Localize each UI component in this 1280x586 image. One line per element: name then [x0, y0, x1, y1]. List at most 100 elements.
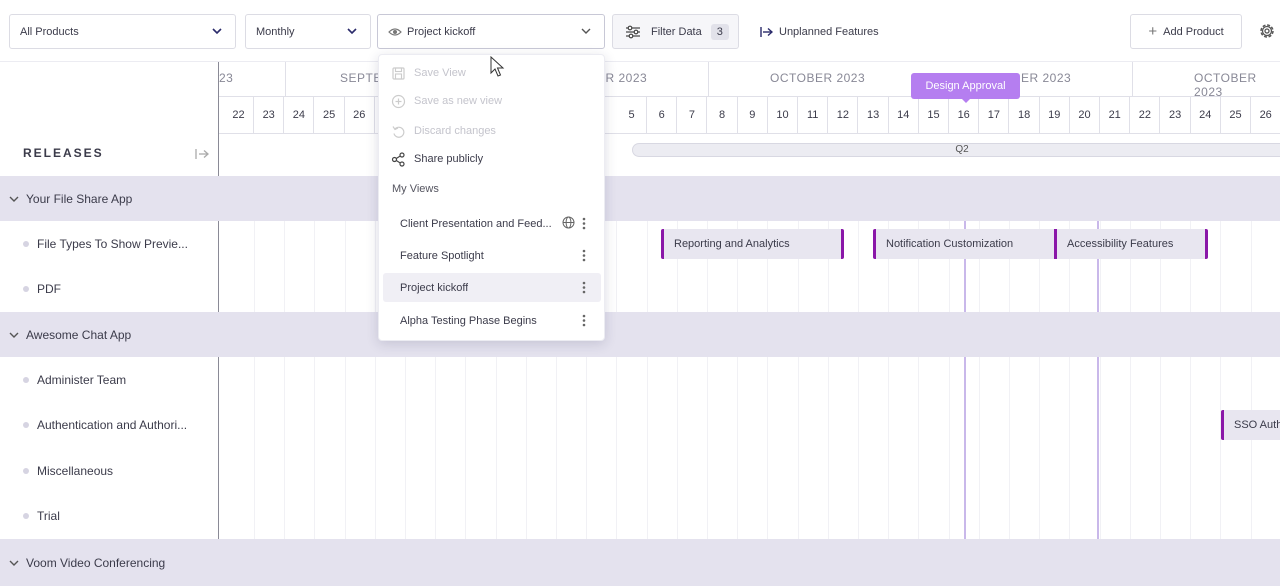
list-item[interactable]: PDF [0, 266, 218, 311]
item-name: Administer Team [37, 372, 127, 387]
add-product-button[interactable]: + Add Product [1130, 14, 1242, 49]
item-name: Authentication and Authori... [37, 417, 188, 432]
view-item-name: Feature Spotlight [400, 249, 484, 262]
grid-line [1250, 176, 1252, 586]
view-item[interactable]: Alpha Testing Phase Begins [383, 306, 601, 335]
group-name: Voom Video Conferencing [26, 555, 166, 570]
unplanned-features-button[interactable]: Unplanned Features [760, 14, 879, 49]
list-item[interactable]: Administer Team [0, 357, 218, 402]
day-cell: 24 [1191, 97, 1221, 133]
chevron-down-icon [8, 329, 20, 341]
group-name: Awesome Chat App [26, 327, 132, 342]
day-cell: 10 [768, 97, 798, 133]
feature-bar[interactable]: Accessibility Features [1054, 229, 1208, 259]
list-item[interactable]: Miscellaneous [0, 448, 218, 493]
day-cell: 20 [1070, 97, 1100, 133]
more-vertical-icon[interactable] [582, 217, 586, 230]
month-label: OCTOBER 2023 [1194, 71, 1257, 99]
day-cell: 12 [828, 97, 859, 133]
milestone-line [964, 357, 966, 539]
eye-icon [388, 25, 402, 39]
product-select[interactable]: All Products [9, 14, 236, 49]
day-cell: 22 [224, 97, 254, 133]
view-select-value: Project kickoff [407, 25, 476, 38]
grid-line [284, 176, 286, 586]
day-cell: 8 [708, 97, 738, 133]
view-select[interactable]: Project kickoff [377, 14, 605, 49]
grid-line [374, 176, 376, 586]
gear-icon[interactable] [1258, 22, 1276, 40]
day-cell: 9 [738, 97, 768, 133]
grid-line [616, 176, 618, 586]
arrow-right-bar-icon [760, 26, 773, 37]
day-cell: 17 [979, 97, 1010, 133]
filter-data-label: Filter Data [651, 25, 702, 38]
filter-count-badge: 3 [710, 23, 729, 40]
feature-bar[interactable]: Notification Customization [873, 229, 1057, 259]
grid-line [254, 176, 255, 586]
collapse-panel-icon[interactable] [194, 146, 210, 162]
grid-line [344, 176, 346, 586]
filter-data-button[interactable]: Filter Data 3 [612, 14, 739, 49]
month-label: SEPTE [340, 71, 382, 85]
day-cell: 26 [1251, 97, 1280, 133]
my-views-heading: My Views [392, 183, 439, 195]
day-cell: 5 [617, 97, 647, 133]
day-cell: 15 [919, 97, 949, 133]
feature-bar-label: SSO Auth [1234, 419, 1280, 431]
grid-line [1220, 176, 1222, 586]
day-cell: 23 [1161, 97, 1191, 133]
feature-bar-label: Accessibility Features [1067, 238, 1174, 250]
day-cell: 7 [677, 97, 708, 133]
day-cell: 18 [1010, 97, 1040, 133]
group-row[interactable]: Your File Share App [0, 176, 1280, 221]
day-cell: 25 [1221, 97, 1251, 133]
list-item[interactable]: File Types To Show Previe... [0, 221, 218, 266]
unplanned-features-label: Unplanned Features [779, 25, 879, 38]
globe-icon [562, 216, 575, 229]
feature-bar[interactable]: SSO Auth [1221, 410, 1280, 440]
more-vertical-icon[interactable] [582, 281, 586, 294]
chevron-down-icon [346, 25, 358, 37]
day-cell: 26 [345, 97, 375, 133]
chevron-down-icon [8, 193, 20, 205]
month-label: OCTOBER 2023 [770, 71, 866, 85]
list-item[interactable]: Authentication and Authori... [0, 402, 218, 447]
save-as-new-view-item[interactable]: Save as new view [379, 87, 606, 115]
view-item-active[interactable]: Project kickoff [383, 273, 601, 302]
grid-line [646, 176, 648, 586]
more-vertical-icon[interactable] [582, 249, 586, 262]
view-item[interactable]: Feature Spotlight [383, 241, 601, 270]
chevron-down-icon [580, 25, 592, 37]
group-row[interactable]: Voom Video Conferencing [0, 539, 1280, 586]
month-label: ER 2023 [1021, 71, 1072, 85]
plus-circle-icon [391, 94, 406, 109]
share-publicly-item[interactable]: Share publicly [379, 145, 606, 173]
product-select-value: All Products [20, 25, 79, 38]
day-cell: 23 [254, 97, 285, 133]
item-name: Trial [37, 508, 60, 523]
day-cell: 24 [284, 97, 315, 133]
feature-bar-label: Reporting and Analytics [674, 238, 790, 250]
plus-icon: + [1148, 23, 1158, 40]
grid-line [858, 176, 859, 586]
discard-changes-item[interactable]: Discard changes [379, 117, 606, 145]
toolbar: All Products Monthly Project kickoff Fil… [0, 0, 1280, 62]
view-item-name: Client Presentation and Feed... [400, 217, 552, 230]
quarter-bar: Q2 [632, 143, 1280, 157]
save-view-label: Save View [414, 67, 466, 79]
feature-bar-label: Notification Customization [886, 238, 1014, 250]
list-item[interactable]: Trial [0, 493, 218, 538]
day-cell: 14 [889, 97, 919, 133]
milestone-tooltip[interactable]: Design Approval [911, 73, 1020, 103]
group-row[interactable]: Awesome Chat App [0, 312, 1280, 357]
mouse-cursor-icon [490, 56, 505, 77]
more-vertical-icon[interactable] [582, 314, 586, 327]
add-product-label: Add Product [1163, 25, 1224, 38]
chevron-down-icon [211, 25, 223, 37]
feature-bar[interactable]: Reporting and Analytics [661, 229, 844, 259]
view-item[interactable]: Client Presentation and Feed... [383, 209, 601, 238]
period-select[interactable]: Monthly [245, 14, 371, 49]
day-cell: 25 [315, 97, 345, 133]
discard-changes-label: Discard changes [414, 125, 496, 137]
